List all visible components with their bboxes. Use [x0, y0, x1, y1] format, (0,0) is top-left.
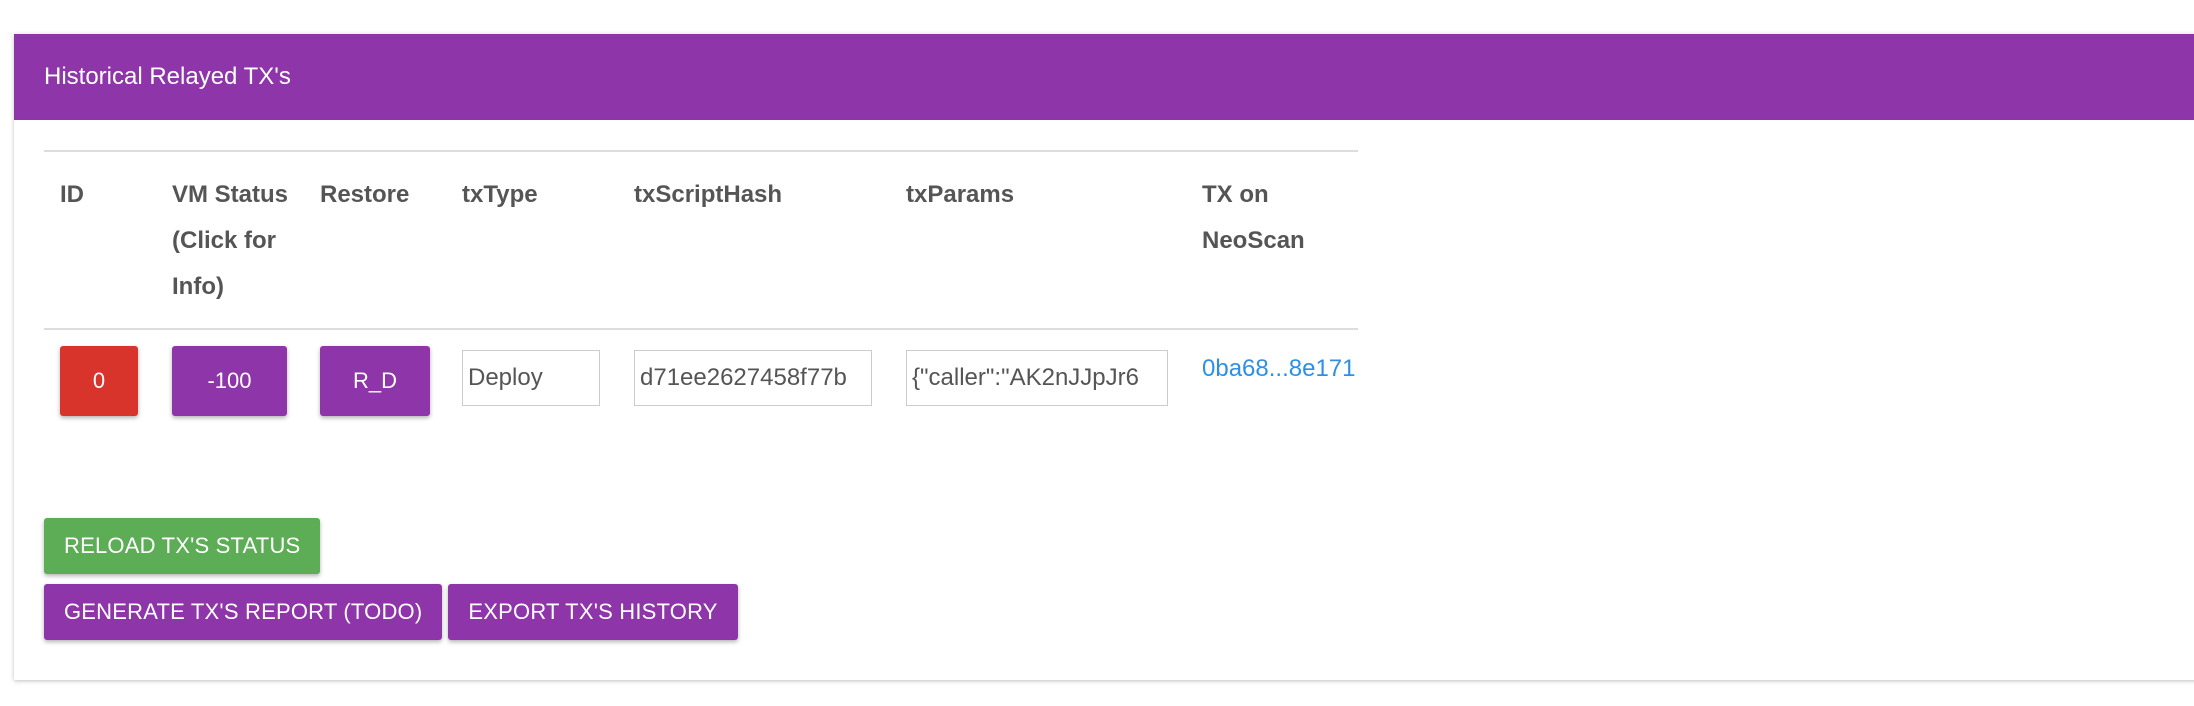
cell-id: 0 [44, 329, 156, 416]
reload-tx-status-button[interactable]: RELOAD TX'S STATUS [44, 518, 321, 574]
generate-tx-report-button[interactable]: GENERATE TX'S REPORT (TODO) [44, 584, 443, 640]
col-header-tx-script-hash: txScriptHash [618, 151, 890, 330]
cell-vm-status: -100 [156, 329, 304, 416]
tx-table-wrapper: ID VM Status (Click for Info) Restore tx… [44, 150, 1358, 416]
tx-id-button[interactable]: 0 [60, 346, 138, 416]
actions-area: RELOAD TX'S STATUS GENERATE TX'S REPORT … [44, 518, 738, 640]
cell-tx-params [890, 329, 1186, 416]
vm-status-button[interactable]: -100 [172, 346, 287, 416]
cell-restore: R_D [304, 329, 446, 416]
col-header-tx-type: txType [446, 151, 618, 330]
tx-script-hash-field[interactable] [634, 350, 872, 406]
cell-tx-script-hash [618, 329, 890, 416]
col-header-vm-status: VM Status (Click for Info) [156, 151, 304, 330]
col-header-tx-params: txParams [890, 151, 1186, 330]
cell-tx-type [446, 329, 618, 416]
export-tx-history-button[interactable]: EXPORT TX'S HISTORY [448, 584, 738, 640]
restore-button[interactable]: R_D [320, 346, 430, 416]
col-header-id: ID [44, 151, 156, 330]
panel-title: Historical Relayed TX's [14, 34, 2194, 120]
historical-relayed-tx-panel: Historical Relayed TX's ID VM Status (Cl… [14, 34, 2194, 680]
cell-tx-on-neoscan: 0ba68...8e171 [1186, 329, 1358, 416]
tx-params-field[interactable] [906, 350, 1168, 406]
tx-type-field[interactable] [462, 350, 600, 406]
table-row: 0 -100 R_D Deploy d71ee2627458f77b {"cal… [44, 329, 1358, 416]
col-header-tx-on-neoscan: TX on NeoScan [1186, 151, 1358, 330]
tx-table: ID VM Status (Click for Info) Restore tx… [44, 150, 1358, 416]
table-header-row: ID VM Status (Click for Info) Restore tx… [44, 151, 1358, 330]
col-header-restore: Restore [304, 151, 446, 330]
neoscan-tx-link[interactable]: 0ba68...8e171 [1202, 355, 1355, 382]
